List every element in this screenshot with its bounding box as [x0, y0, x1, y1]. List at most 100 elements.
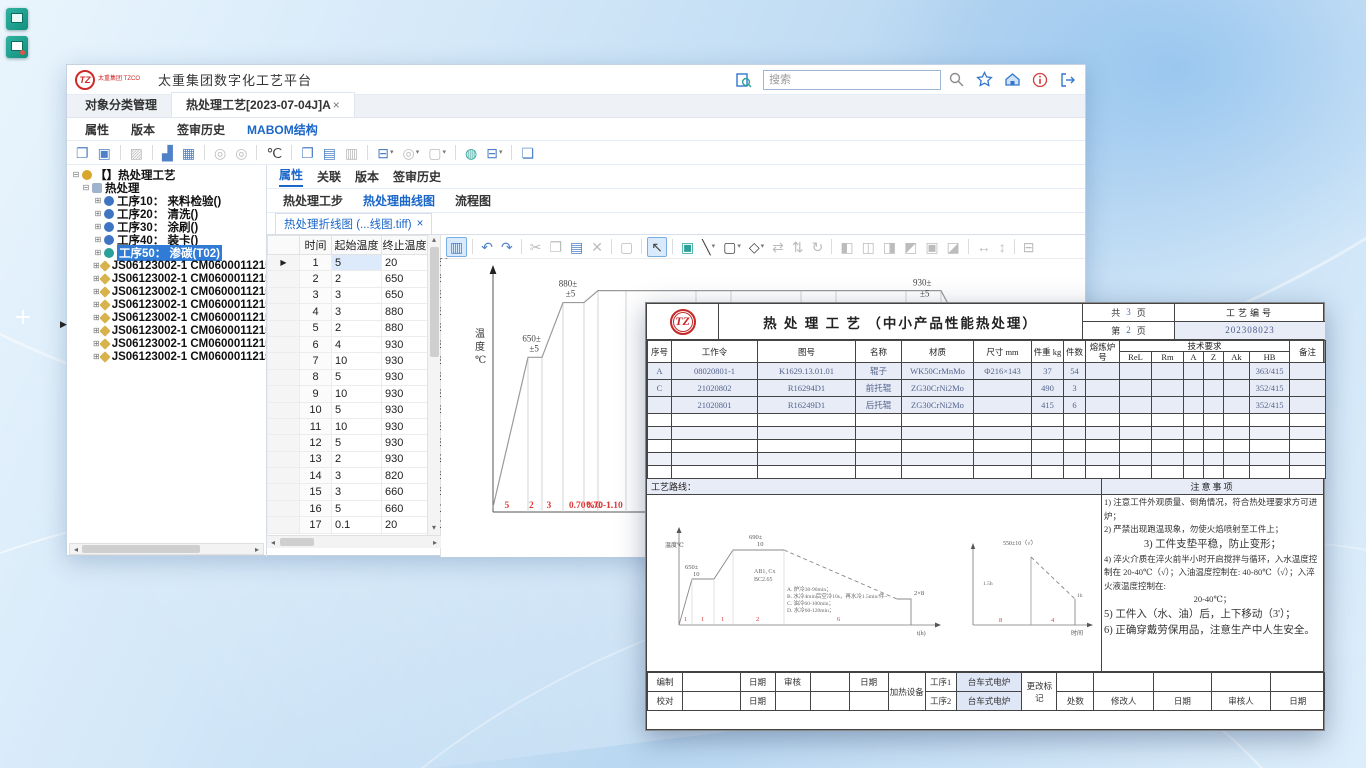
grid-cell[interactable]: 3 [332, 287, 382, 303]
tab-properties[interactable]: 属性 [75, 119, 119, 140]
grid-row-marker[interactable] [268, 468, 300, 484]
align-right-icon[interactable]: ◨ [880, 238, 899, 256]
grid-row-marker[interactable] [268, 435, 300, 451]
grid-row[interactable]: 43880880 [268, 304, 428, 320]
grid-row[interactable]: 16566020 [268, 500, 428, 516]
advanced-search-icon[interactable] [735, 71, 753, 89]
align-center-icon[interactable]: ◫ [859, 238, 878, 256]
grid-row[interactable]: 64930930 [268, 336, 428, 352]
tab-detail-sign-history[interactable]: 签审历史 [393, 168, 441, 185]
temperature-icon[interactable]: ℃ [263, 144, 285, 162]
grid-row-marker[interactable] [268, 304, 300, 320]
pointer-icon[interactable]: ↖ [647, 237, 667, 257]
grid-cell[interactable]: 930 [382, 451, 428, 467]
home-icon[interactable] [1003, 71, 1021, 89]
grid-row[interactable]: 85930930 [268, 369, 428, 385]
grid-cell[interactable]: 660 [382, 484, 428, 500]
grid-row-marker[interactable] [268, 287, 300, 303]
grid-row-marker[interactable] [268, 484, 300, 500]
info-icon[interactable] [1031, 71, 1049, 89]
grid-rownum-cell[interactable]: 14 [300, 468, 332, 484]
tree-horizontal-scrollbar[interactable]: ◂ ▸ [69, 543, 264, 555]
copy-icon[interactable]: ❐ [546, 238, 565, 256]
scroll-up-icon[interactable]: ▴ [432, 235, 436, 247]
polygon-icon[interactable]: ◇▾ [746, 238, 767, 256]
grid-row[interactable]: 910930930 [268, 386, 428, 402]
process-card-window[interactable]: TZ 热 处 理 工 艺 （中小产品性能热处理） 共3页 第2页 工艺编号 20… [645, 302, 1325, 731]
grid-cell[interactable]: 930 [382, 435, 428, 451]
logout-icon[interactable] [1059, 71, 1077, 89]
grid-cell[interactable]: 930 [382, 386, 428, 402]
marquee-icon[interactable]: ▢ [617, 238, 636, 256]
search-input[interactable] [763, 70, 941, 90]
grid-rownum-cell[interactable]: 13 [300, 451, 332, 467]
tree-expander-icon[interactable]: ⊟ [81, 183, 91, 192]
tree-item-step[interactable]: ⊞工序50： 渗碳(T02) [69, 246, 266, 259]
redo-icon[interactable]: ↷ [498, 238, 516, 256]
tab-curve-image-document[interactable]: 热处理折线图 (...线图.tiff) × [275, 213, 432, 234]
grid-row[interactable]: 170.12020 [268, 517, 428, 533]
grid-cell[interactable]: 3 [332, 304, 382, 320]
grid-cell[interactable]: 20 [382, 517, 428, 533]
align-top-icon[interactable]: ◩ [901, 238, 920, 256]
tree-expander-icon[interactable]: ⊞ [93, 235, 103, 244]
grid-rownum-cell[interactable]: 12 [300, 435, 332, 451]
image-icon[interactable]: ▨ [127, 144, 146, 162]
tree-item-part[interactable]: ⊞JS06123002-1 CM0600011215 [69, 259, 266, 272]
tab-object-classification[interactable]: 对象分类管理 [71, 93, 171, 117]
col-rownum[interactable] [268, 236, 300, 255]
scrollbar-thumb[interactable] [82, 545, 200, 553]
grid-cell[interactable]: 930 [382, 369, 428, 385]
window-restore-icon[interactable]: ❐ [73, 144, 92, 162]
grid-cell[interactable]: 930 [382, 418, 428, 434]
rect-icon[interactable]: ▢▾ [720, 238, 744, 256]
grid-cell[interactable]: 650 [382, 271, 428, 287]
fit-icon[interactable]: ⊟ [1020, 238, 1038, 256]
grid-row-marker[interactable] [268, 418, 300, 434]
tree-item-part[interactable]: ⊞JS06123002-1 CM0600011215 [69, 350, 266, 363]
grid-cell[interactable]: 5 [332, 435, 382, 451]
grid-cell[interactable]: 2 [332, 271, 382, 287]
grid-cell[interactable]: 4 [332, 336, 382, 352]
grid-vertical-scrollbar[interactable]: ▴ ▾ [427, 235, 440, 535]
tab-flowchart[interactable]: 流程图 [447, 190, 499, 211]
grid-cell[interactable]: 5 [332, 500, 382, 516]
grid-cell[interactable]: 930 [382, 402, 428, 418]
grid-rownum-cell[interactable]: 10 [300, 402, 332, 418]
panel-collapse-handle[interactable]: ▶ [60, 319, 67, 330]
grid-row[interactable]: 143820660 [268, 468, 428, 484]
grid-row-marker[interactable] [268, 517, 300, 533]
flip-h-icon[interactable]: ⇄ [769, 238, 787, 256]
grid-row[interactable]: 125930930 [268, 435, 428, 451]
align-bottom-icon[interactable]: ◪ [944, 238, 963, 256]
grid-rownum-cell[interactable]: 15 [300, 484, 332, 500]
tab-sign-history[interactable]: 签审历史 [167, 119, 235, 140]
tab-versions[interactable]: 版本 [121, 119, 165, 140]
database-edit-icon[interactable]: ⊟▾ [483, 144, 505, 162]
grid-row[interactable]: 153660660 [268, 484, 428, 500]
tree-item-part[interactable]: ⊞JS06123002-1 CM0600011215 [69, 298, 266, 311]
grid-cell[interactable]: 20 [382, 255, 428, 271]
grid-rownum-cell[interactable]: 17 [300, 517, 332, 533]
distribute-v-icon[interactable]: ↕ [996, 238, 1009, 256]
tab-detail-versions[interactable]: 版本 [355, 168, 379, 185]
grid-cell[interactable]: 930 [382, 336, 428, 352]
grid-row-marker[interactable] [268, 386, 300, 402]
grid-cell[interactable]: 5 [332, 402, 382, 418]
tree-item-part[interactable]: ⊞JS06123002-1 CM0600011215 [69, 272, 266, 285]
grid-row-marker[interactable]: ▶ [268, 255, 300, 271]
grid-cell[interactable]: 3 [332, 468, 382, 484]
grid-cell[interactable]: 3 [332, 484, 382, 500]
grid-cell[interactable]: 2 [332, 320, 382, 336]
grid-cell[interactable]: 10 [332, 418, 382, 434]
user-badge-icon[interactable]: ◎ [211, 144, 229, 162]
grid-row[interactable]: 105930930 [268, 402, 428, 418]
document-icon[interactable]: ▢▾ [425, 144, 449, 162]
tab-detail-properties[interactable]: 属性 [279, 166, 303, 187]
delete-icon[interactable]: ✕ [588, 238, 606, 256]
user-badge2-icon[interactable]: ◎ [232, 144, 250, 162]
grid-cell[interactable]: 5 [332, 255, 382, 271]
tab-heat-treatment-process[interactable]: 热处理工艺[2023-07-04J]A× [171, 92, 355, 117]
tree-expander-icon[interactable]: ⊞ [93, 196, 103, 205]
align-middle-icon[interactable]: ▣ [922, 238, 941, 256]
